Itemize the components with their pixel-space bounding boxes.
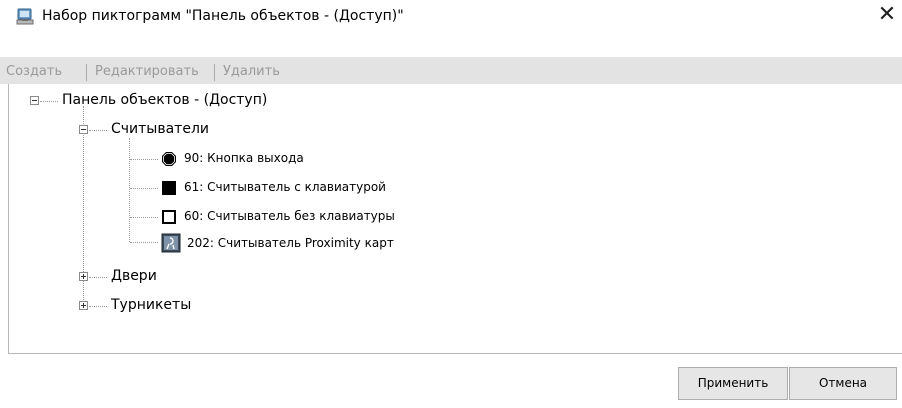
empty-square-icon [162,210,176,224]
tree-item-exit-button[interactable]: 90: Кнопка выхода [184,151,304,165]
apply-button[interactable]: Применить [678,367,788,400]
tree-connector [130,159,158,160]
tree-item-reader-without-keypad[interactable]: 60: Считыватель без клавиатуры [184,209,395,223]
filled-square-icon [162,181,176,195]
tree-group-turnstiles[interactable]: Турникеты [111,297,191,313]
tree-connector [89,306,107,307]
exit-button-icon [162,152,176,166]
tree-group-readers[interactable]: Считыватели [111,121,209,137]
pictogram-tree[interactable]: Панель объектов - (Доступ) Считыватели 9… [8,84,902,354]
title-bar: Набор пиктограмм "Панель объектов - (Дос… [0,0,902,34]
edit-button[interactable]: Редактировать [95,60,199,84]
tree-root-label[interactable]: Панель объектов - (Доступ) [62,92,267,108]
close-button[interactable]: ✕ [872,0,902,32]
pictogram-set-icon [16,8,34,25]
tree-connector [130,242,158,243]
cancel-button[interactable]: Отмена [789,367,897,400]
tree-connector [89,130,107,131]
toolbar-separator [86,64,87,81]
tree-group-doors[interactable]: Двери [111,268,157,284]
tree-connector [130,217,158,218]
root-collapse-toggle[interactable] [30,96,39,105]
window-title: Набор пиктограмм "Панель объектов - (Дос… [42,8,404,24]
tree-item-reader-with-keypad[interactable]: 61: Считыватель с клавиатурой [184,180,386,194]
proximity-reader-icon [161,233,181,253]
create-button[interactable]: Создать [6,60,62,84]
group-readers-collapse-toggle[interactable] [79,125,88,134]
toolbar-separator [214,64,215,81]
tree-item-proximity-reader[interactable]: 202: Считыватель Proximity карт [187,236,394,250]
tree-connector [40,101,58,102]
group-turnstiles-expand-toggle[interactable] [79,301,88,310]
tree-connector [89,277,107,278]
toolbar: Создать Редактировать Удалить [0,57,902,84]
tree-connector [129,138,130,242]
group-doors-expand-toggle[interactable] [79,272,88,281]
close-icon: ✕ [877,2,897,27]
dialog-footer: Применить Отмена [8,354,902,408]
tree-connector [130,188,158,189]
delete-button[interactable]: Удалить [223,60,280,84]
